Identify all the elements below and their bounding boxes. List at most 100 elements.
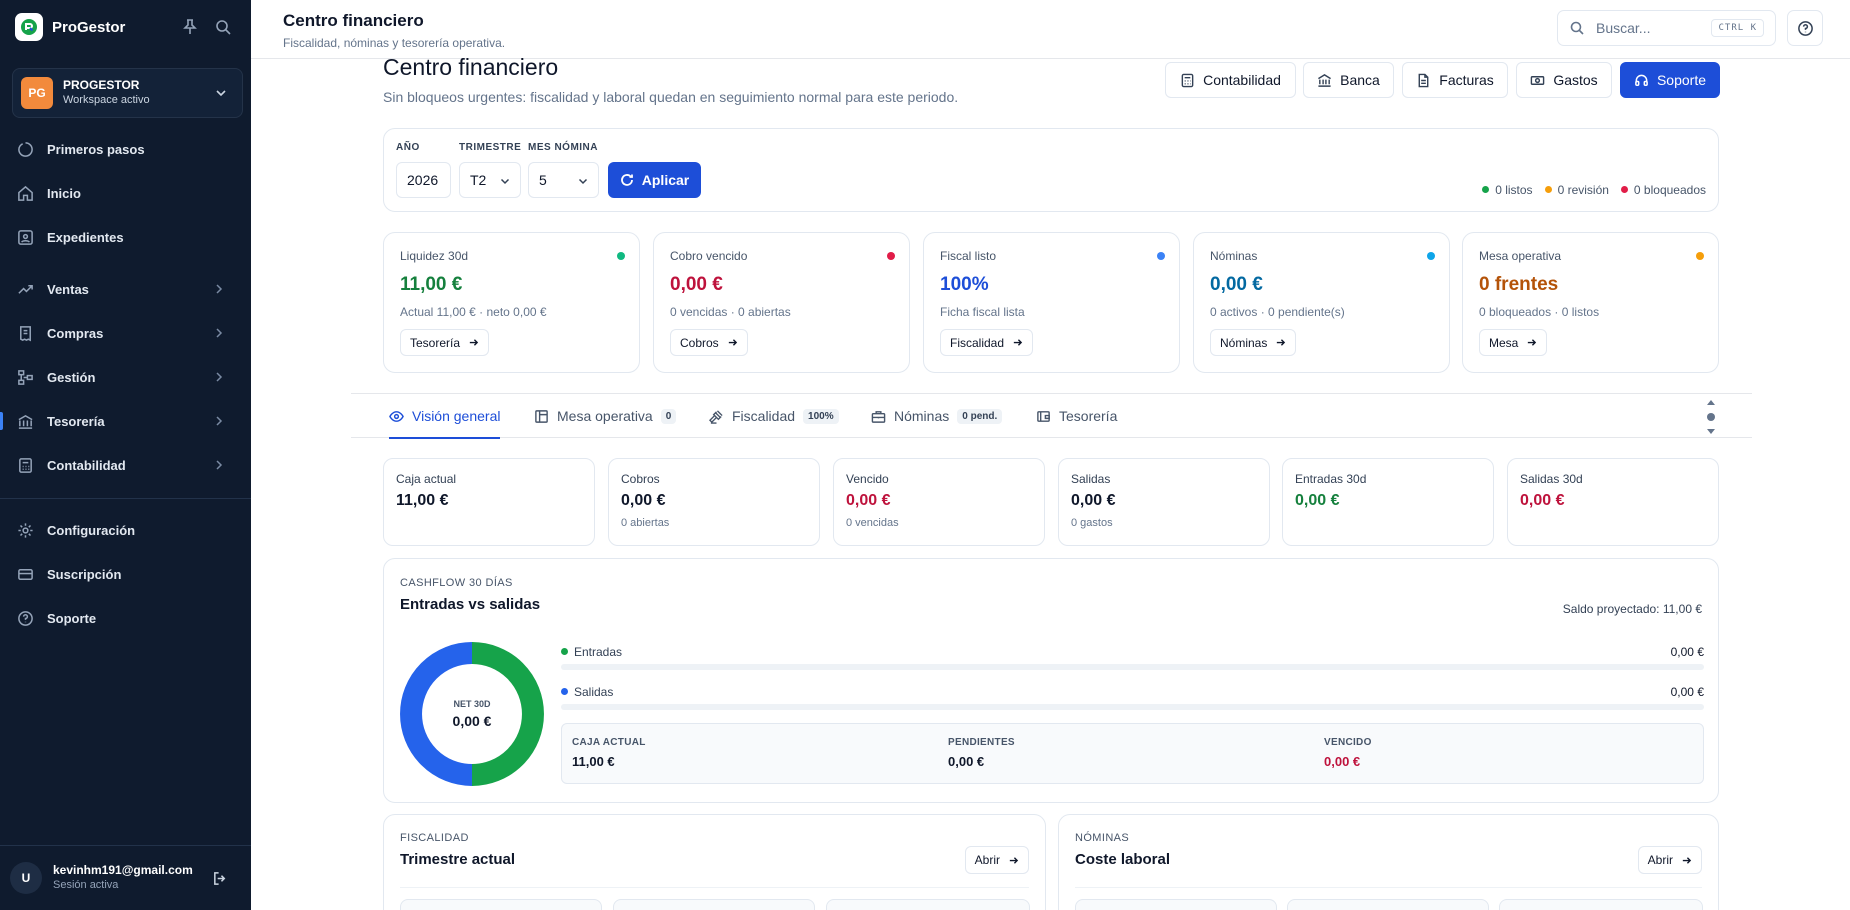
- kpi-label: Liquidez 30d: [400, 249, 469, 263]
- tab-vision-general[interactable]: Visión general: [389, 394, 501, 439]
- sidebar-item-contabilidad[interactable]: Contabilidad: [0, 445, 251, 485]
- salidas-label: Salidas: [561, 685, 613, 699]
- quarter-select[interactable]: T2: [459, 162, 521, 198]
- soporte-button[interactable]: Soporte: [1620, 62, 1720, 98]
- sidebar-item-label: Soporte: [47, 610, 97, 626]
- kpi-status-dot: [887, 252, 895, 260]
- series-label: Salidas: [574, 685, 614, 699]
- brand[interactable]: ProGestor: [15, 13, 125, 41]
- header-subtitle: Fiscalidad, nóminas y tesorería operativ…: [283, 36, 506, 50]
- tab-nominas[interactable]: Nóminas 0 pend.: [871, 394, 1003, 438]
- quarter-label: TRIMESTRE: [459, 142, 522, 153]
- help-button[interactable]: [1787, 10, 1823, 46]
- tab-badge: 0: [660, 408, 677, 424]
- facturas-button[interactable]: Facturas: [1402, 62, 1508, 98]
- kpi-value: 0,00 €: [1210, 274, 1263, 295]
- sidebar-item-primeros-pasos[interactable]: Primeros pasos: [0, 129, 251, 169]
- tab-mesa-operativa[interactable]: Mesa operativa 0: [534, 394, 677, 438]
- tab-label: Tesorería: [1059, 408, 1118, 424]
- kpi-link-label: Nóminas: [1220, 335, 1268, 350]
- total-value: 0,00 €: [1324, 754, 1361, 769]
- arrow-right-icon: [469, 339, 479, 346]
- help-circle-icon: [18, 610, 33, 626]
- apply-button[interactable]: Aplicar: [608, 162, 701, 198]
- brand-logo-icon: [15, 13, 43, 41]
- section-divider: [1075, 887, 1702, 888]
- kpi-subtext: 0 vencidas · 0 abiertas: [670, 305, 791, 319]
- sidebar-item-tesoreria[interactable]: Tesorería: [0, 401, 251, 441]
- legend-dot: [1620, 186, 1628, 193]
- summary-card-caja-actual: Caja actual 11,00 €: [383, 458, 595, 546]
- kpi-value: 11,00 €: [400, 274, 463, 295]
- total-pendientes: PENDIENTES 0,00 €: [948, 737, 1015, 769]
- sidebar-item-expedientes[interactable]: Expedientes: [0, 217, 251, 257]
- kpi-link-button[interactable]: Tesorería: [400, 329, 490, 356]
- page-title: Centro financiero: [383, 54, 559, 80]
- summary-label: Salidas: [1071, 472, 1111, 486]
- placeholder-card: [1499, 899, 1703, 910]
- kpi-status-dot: [1696, 252, 1704, 260]
- section-kicker: NÓMINAS: [1075, 832, 1130, 844]
- sidebar-item-suscripcion[interactable]: Suscripción: [0, 554, 251, 594]
- legend-label: 0 revisión: [1557, 183, 1609, 197]
- sidebar-item-gestion[interactable]: Gestión: [0, 357, 251, 397]
- kpi-label: Fiscal listo: [940, 249, 997, 263]
- user-menu[interactable]: U kevinhm191@gmail.com Sesión activa: [0, 845, 251, 910]
- legend-revision: 0 revisión: [1544, 183, 1609, 197]
- kpi-card-cobro-vencido: Cobro vencido 0,00 € 0 vencidas · 0 abie…: [653, 232, 910, 373]
- arrow-right-icon: [1682, 856, 1692, 864]
- total-value: 11,00 €: [572, 754, 615, 769]
- sidebar-item-ventas[interactable]: Ventas: [0, 269, 251, 309]
- tab-fiscalidad[interactable]: Fiscalidad 100%: [709, 394, 839, 438]
- total-label: CAJA ACTUAL: [572, 737, 646, 748]
- summary-label: Caja actual: [396, 472, 457, 486]
- open-button[interactable]: Abrir: [1637, 846, 1702, 874]
- total-caja-actual: CAJA ACTUAL 11,00 €: [572, 737, 646, 769]
- summary-card-entradas-30d: Entradas 30d 0,00 €: [1282, 458, 1494, 546]
- contabilidad-button-label: Contabilidad: [1203, 72, 1281, 88]
- section-divider: [400, 887, 1029, 888]
- sidebar-item-configuracion[interactable]: Configuración: [0, 510, 251, 550]
- series-label: Entradas: [574, 645, 623, 659]
- banca-button[interactable]: Banca: [1303, 62, 1394, 98]
- workspace-name: PROGESTOR: [63, 78, 140, 92]
- kpi-subtext: Ficha fiscal lista: [940, 305, 1025, 319]
- sidebar-item-inicio[interactable]: Inicio: [0, 173, 251, 213]
- logout-icon[interactable]: [212, 870, 229, 887]
- kpi-card-nominas: Nóminas 0,00 € 0 activos · 0 pendiente(s…: [1193, 232, 1450, 373]
- open-button-label: Abrir: [1647, 853, 1673, 867]
- sidebar-item-compras[interactable]: Compras: [0, 313, 251, 353]
- search-icon[interactable]: [213, 17, 233, 37]
- month-select[interactable]: 5: [528, 162, 599, 198]
- chevron-right-icon: [216, 372, 223, 382]
- placeholder-card: [400, 899, 602, 910]
- tab-tesoreria[interactable]: Tesorería: [1036, 394, 1117, 438]
- search-input[interactable]: Buscar... CTRL K: [1557, 10, 1776, 46]
- avatar: U: [10, 862, 42, 894]
- section-title: Coste laboral: [1075, 851, 1171, 868]
- eye-icon: [389, 410, 404, 422]
- sidebar-item-label: Compras: [47, 325, 104, 341]
- contabilidad-button[interactable]: Contabilidad: [1165, 62, 1296, 98]
- scroll-arrows-icon[interactable]: [1705, 398, 1717, 436]
- user-email: kevinhm191@gmail.com: [53, 863, 193, 877]
- cashflow-card: CASHFLOW 30 DÍAS Entradas vs salidas Sal…: [383, 558, 1719, 803]
- cashflow-kicker: CASHFLOW 30 DÍAS: [400, 577, 513, 589]
- sidebar-item-soporte[interactable]: Soporte: [0, 598, 251, 638]
- sidebar-item-label: Ventas: [47, 281, 89, 297]
- workflow-icon: [18, 369, 33, 385]
- pin-icon[interactable]: [180, 17, 200, 37]
- kpi-link-button[interactable]: Cobros: [670, 329, 748, 356]
- workspace-switcher[interactable]: PG PROGESTOR Workspace activo: [12, 68, 243, 118]
- open-button[interactable]: Abrir: [964, 846, 1029, 874]
- kpi-link-button[interactable]: Fiscalidad: [940, 329, 1034, 356]
- headset-icon: [1635, 74, 1648, 86]
- kpi-link-button[interactable]: Mesa: [1479, 329, 1548, 356]
- gastos-button[interactable]: Gastos: [1516, 62, 1612, 98]
- tab-label: Mesa operativa: [557, 408, 653, 424]
- sidebar-item-label: Inicio: [47, 185, 81, 201]
- year-input[interactable]: 2026: [396, 162, 451, 198]
- arrow-right-icon: [1009, 856, 1019, 864]
- kpi-link-button[interactable]: Nóminas: [1210, 329, 1297, 356]
- chevron-right-icon: [216, 416, 223, 426]
